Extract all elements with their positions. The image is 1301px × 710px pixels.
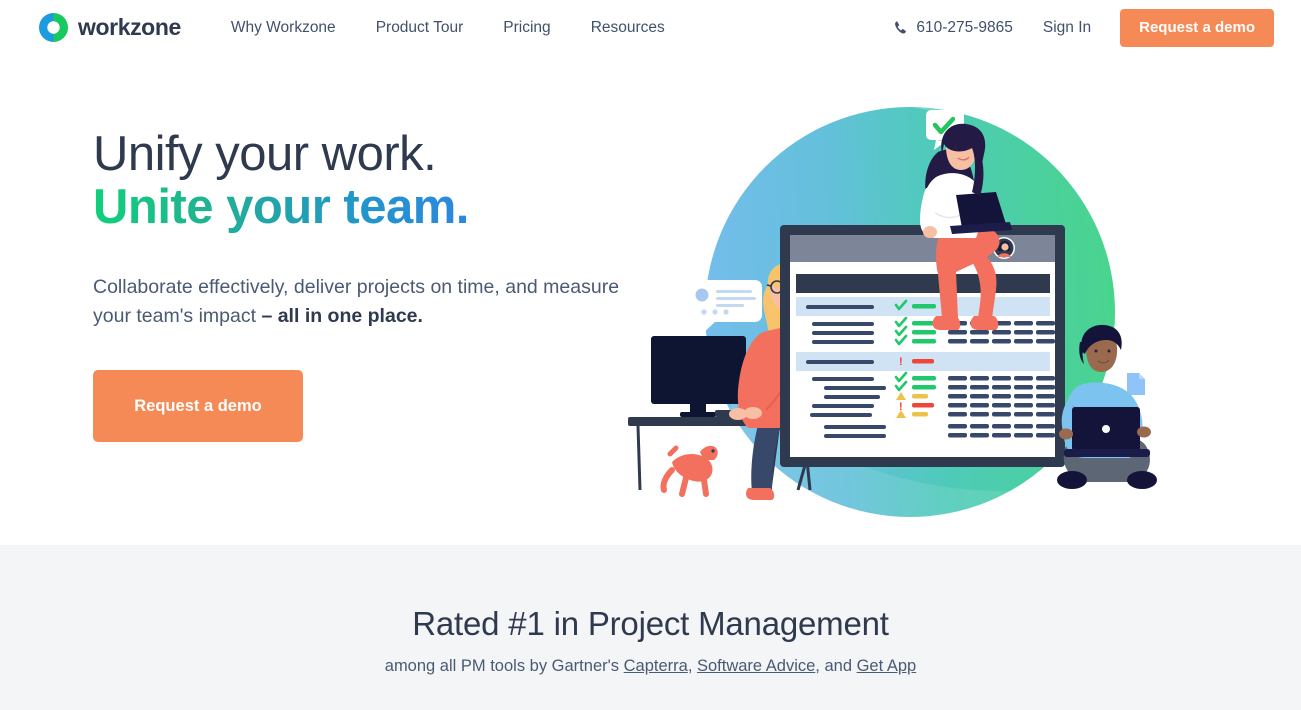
dashboard-screen: ! ! bbox=[780, 225, 1065, 467]
nav-item-pricing[interactable]: Pricing bbox=[489, 13, 564, 43]
hero-illustration: ! ! bbox=[620, 80, 1200, 545]
hero-section: Unify your work. Unite your team. Collab… bbox=[0, 55, 1301, 545]
request-demo-button-header[interactable]: Request a demo bbox=[1120, 8, 1274, 47]
phone-number: 610-275-9865 bbox=[916, 18, 1013, 36]
rated-sub-prefix: among all PM tools by Gartner's bbox=[384, 657, 624, 675]
phone-link[interactable]: 610-275-9865 bbox=[894, 19, 1013, 37]
table-header-row bbox=[796, 274, 1050, 293]
hero-sub-bold: – all in one place. bbox=[261, 305, 423, 328]
team-collaboration-dashboard-illustration-svg: ! ! bbox=[628, 107, 1157, 517]
logo-link[interactable]: workzone bbox=[38, 12, 181, 43]
hero-heading-line1: Unify your work. bbox=[93, 127, 437, 181]
rated-sep-1: , bbox=[687, 657, 697, 675]
sign-in-link[interactable]: Sign In bbox=[1043, 19, 1091, 37]
rated-band: Rated #1 in Project Management among all… bbox=[0, 545, 1301, 710]
hero-copy: Unify your work. Unite your team. Collab… bbox=[93, 127, 653, 443]
site-header: workzone Why Workzone Product Tour Prici… bbox=[0, 0, 1301, 55]
primary-nav: Why Workzone Product Tour Pricing Resour… bbox=[211, 13, 685, 43]
phone-icon bbox=[895, 21, 907, 34]
dog bbox=[660, 445, 718, 497]
link-get-app[interactable]: Get App bbox=[857, 657, 917, 675]
logo-text: workzone bbox=[78, 14, 181, 40]
link-software-advice[interactable]: Software Advice bbox=[697, 657, 815, 675]
nav-item-why-workzone[interactable]: Why Workzone bbox=[217, 13, 350, 43]
header-actions: 610-275-9865 Sign In Request a demo bbox=[894, 8, 1274, 47]
link-capterra[interactable]: Capterra bbox=[624, 657, 688, 675]
request-demo-button-hero[interactable]: Request a demo bbox=[93, 370, 303, 443]
landing-page: workzone Why Workzone Product Tour Prici… bbox=[0, 0, 1301, 710]
nav-item-product-tour[interactable]: Product Tour bbox=[362, 13, 478, 43]
rated-sep-2: , and bbox=[815, 657, 857, 675]
svg-text:!: ! bbox=[899, 356, 903, 368]
hero-subheading: Collaborate effectively, deliver project… bbox=[93, 273, 623, 332]
nav-item-resources[interactable]: Resources bbox=[577, 13, 679, 43]
rated-subtitle: among all PM tools by Gartner's Capterra… bbox=[0, 657, 1301, 676]
rated-title: Rated #1 in Project Management bbox=[412, 605, 889, 642]
hero-heading-line2: Unite your team. bbox=[93, 179, 469, 234]
workzone-circle-logo-icon bbox=[38, 12, 69, 43]
